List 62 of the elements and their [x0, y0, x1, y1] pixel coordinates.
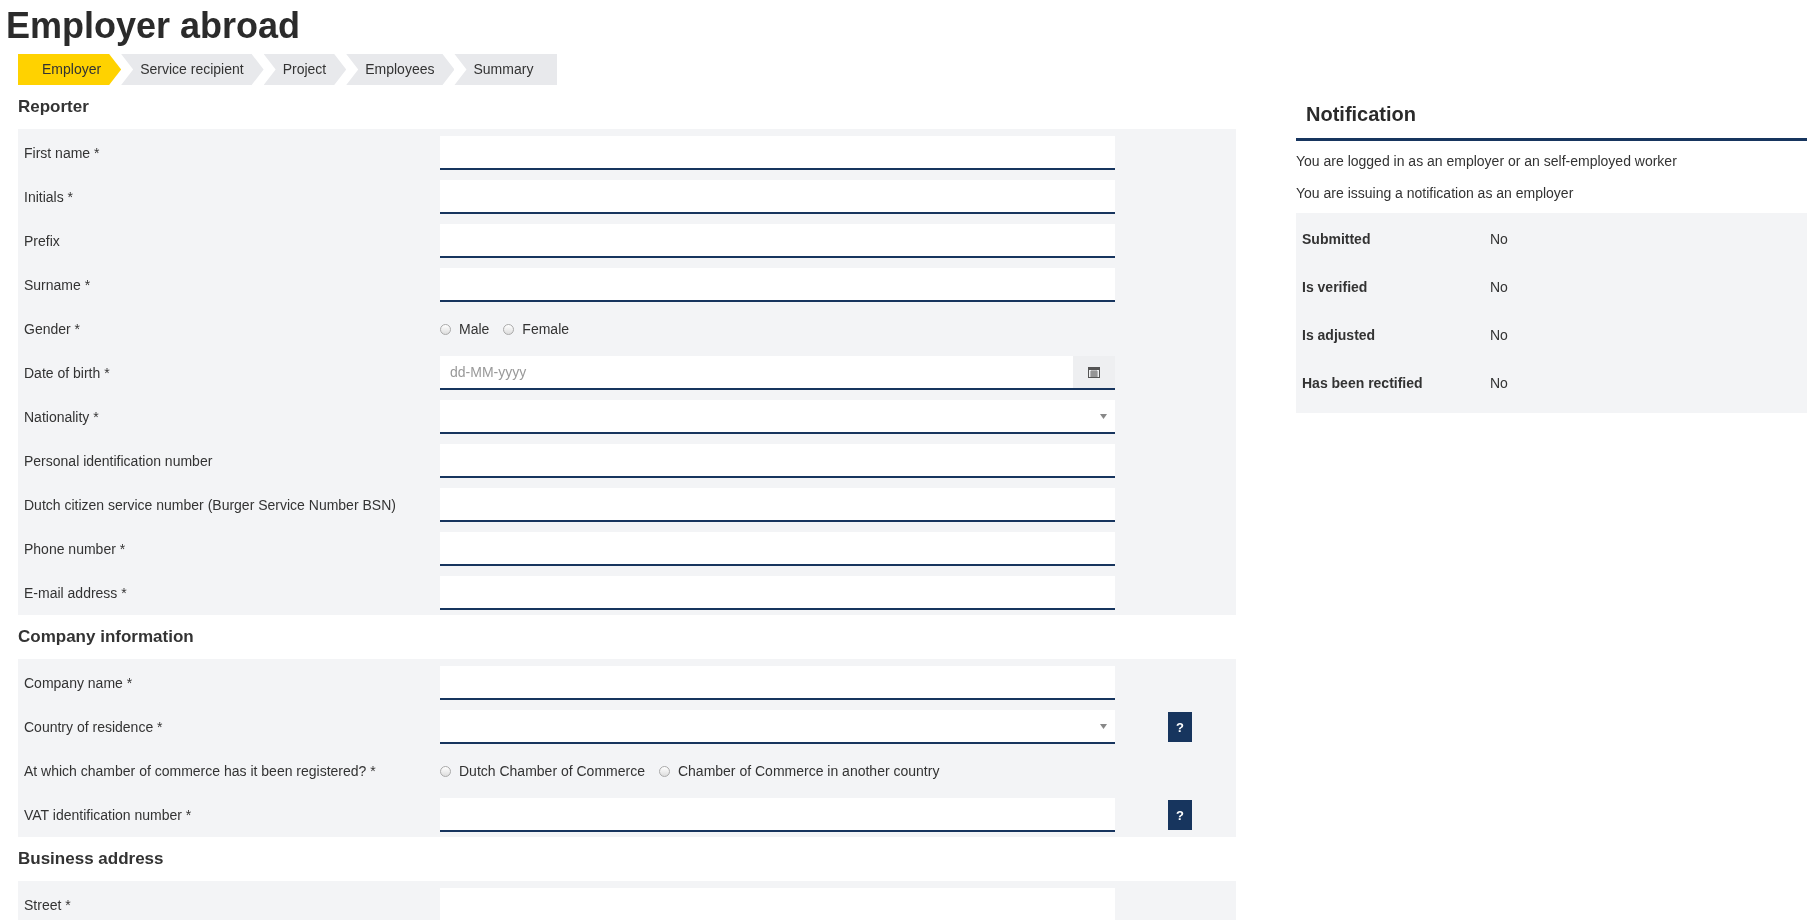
- status-value: No: [1490, 375, 1508, 391]
- text-field[interactable]: [440, 488, 1115, 522]
- info-text: You are issuing a notification as an employer: [1296, 185, 1575, 203]
- field-label: Dutch citizen service number (Burger Service Number BSN): [24, 497, 397, 513]
- status-value: No: [1490, 231, 1508, 247]
- field-label: First name *: [24, 145, 101, 161]
- wizard-step[interactable]: Employees: [346, 54, 455, 85]
- wizard-step[interactable]: Project: [263, 54, 347, 85]
- calendar-icon: [1088, 366, 1100, 378]
- status-label: Submitted: [1302, 231, 1372, 247]
- field-label: At which chamber of commerce has it been registered? *: [24, 763, 377, 779]
- field-label: Prefix: [24, 233, 61, 249]
- text-field[interactable]: [440, 576, 1115, 610]
- caret-icon: [1100, 723, 1107, 729]
- wizard-step[interactable]: Service recipient: [121, 54, 264, 85]
- page-title: Employer abroad: [6, 6, 301, 46]
- field-label: Surname *: [24, 277, 92, 293]
- help-button[interactable]: ?: [1168, 712, 1192, 742]
- radio-button[interactable]: [440, 323, 451, 335]
- radio-label[interactable]: Chamber of Commerce in another country: [677, 763, 940, 779]
- text-field[interactable]: [440, 136, 1115, 170]
- text-field[interactable]: [440, 444, 1115, 478]
- field-label: Date of birth *: [24, 365, 111, 381]
- calendar-button[interactable]: [1073, 356, 1115, 388]
- help-button[interactable]: ?: [1168, 800, 1192, 830]
- radio-button[interactable]: [440, 765, 451, 777]
- field-label: Company name *: [24, 675, 134, 691]
- text-field[interactable]: [440, 666, 1115, 700]
- status-label: Is verified: [1302, 279, 1369, 295]
- radio-label[interactable]: Dutch Chamber of Commerce: [459, 763, 645, 779]
- status-value: No: [1490, 279, 1508, 295]
- section-heading: Reporter: [18, 96, 89, 118]
- caret-icon: [1100, 413, 1107, 419]
- field-label: Gender *: [24, 321, 82, 337]
- section-heading: Business address: [18, 848, 164, 870]
- field-label: Initials *: [24, 189, 75, 205]
- field-label: Street *: [24, 897, 72, 913]
- text-field[interactable]: [440, 268, 1115, 302]
- field-label: Personal identification number: [24, 453, 214, 469]
- field-label: Phone number *: [24, 541, 127, 557]
- field-label: E-mail address *: [24, 585, 128, 601]
- status-label: Is adjusted: [1302, 327, 1377, 343]
- radio-button[interactable]: [658, 765, 670, 777]
- status-value: No: [1490, 327, 1508, 343]
- panel-title: Notification: [1306, 102, 1416, 126]
- field-label: Nationality *: [24, 409, 100, 425]
- dropdown-field[interactable]: [440, 710, 1115, 744]
- info-text: You are logged in as an employer or an self-employed worker: [1296, 153, 1678, 171]
- wizard-step[interactable]: Employer: [18, 54, 122, 85]
- text-field[interactable]: [440, 224, 1115, 258]
- text-field[interactable]: [440, 532, 1115, 566]
- section-heading: Company information: [18, 626, 194, 648]
- text-field[interactable]: [440, 798, 1115, 832]
- text-field[interactable]: [440, 180, 1115, 214]
- radio-label[interactable]: Male: [459, 321, 490, 337]
- radio-label[interactable]: Female: [522, 321, 570, 337]
- status-label: Has been rectified: [1302, 375, 1424, 391]
- wizard-step[interactable]: Summary: [454, 54, 557, 85]
- dropdown-field[interactable]: [440, 400, 1115, 434]
- radio-button[interactable]: [503, 323, 515, 335]
- field-label: VAT identification number *: [24, 807, 193, 823]
- field-label: Country of residence *: [24, 719, 164, 735]
